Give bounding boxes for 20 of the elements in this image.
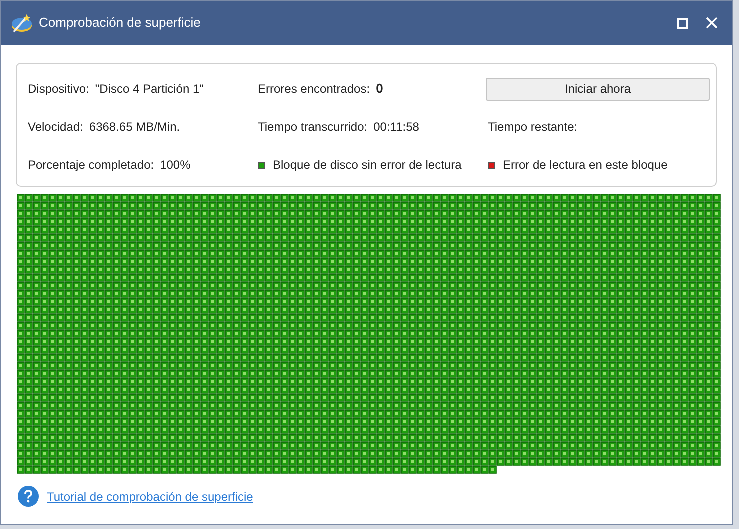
info-label: Tiempo restante: <box>488 119 578 136</box>
info-label: Errores encontrados: <box>258 81 370 98</box>
legend-label: Error de lectura en este bloque <box>503 157 668 174</box>
maximize-button[interactable] <box>674 15 690 31</box>
window-title: Comprobación de superficie <box>39 14 201 32</box>
info-label: Dispositivo: <box>28 81 90 98</box>
info-value: 100% <box>160 157 191 174</box>
legend-label: Bloque de disco sin error de lectura <box>273 157 462 174</box>
info-value: 0 <box>376 80 384 98</box>
info-value: 00:11:58 <box>374 119 420 136</box>
start-button[interactable]: Iniciar ahora <box>486 78 710 100</box>
info-value: "Disco 4 Partición 1" <box>95 81 204 98</box>
info-label: Porcentaje completado: <box>28 157 154 174</box>
help-icon <box>18 486 39 507</box>
tutorial-link[interactable]: Tutorial de comprobación de superficie <box>47 488 254 506</box>
close-button[interactable] <box>704 15 720 31</box>
info-label: Velocidad: <box>28 119 84 136</box>
wand-disk-icon <box>11 12 33 34</box>
info-label: Tiempo transcurrido: <box>258 119 368 136</box>
info-value: 6368.65 MB/Min. <box>89 119 180 136</box>
